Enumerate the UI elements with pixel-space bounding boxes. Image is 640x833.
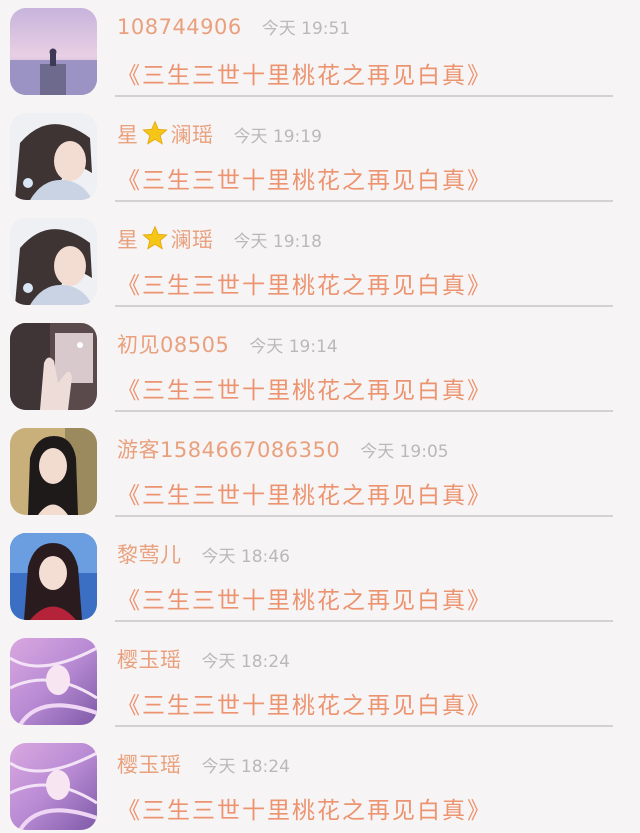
avatar[interactable] [10,743,97,830]
lake-sunset-avatar-icon [10,8,97,95]
anime-girl-avatar-icon [10,113,97,200]
timestamp: 今天 19:05 [360,442,449,462]
nickname[interactable]: 樱玉瑶 [117,749,182,779]
message-text[interactable]: 《三生三世十里桃花之再见白真》 [117,56,612,90]
avatar[interactable] [10,323,97,410]
timestamp: 今天 19:14 [249,337,338,357]
message-meta: 游客1584667086350 今天 19:05 [117,434,449,464]
nickname[interactable]: 初见08505 [117,329,229,359]
nickname[interactable]: 星澜瑶 [117,224,214,254]
divider [115,200,613,202]
list-item[interactable]: 星澜瑶 今天 19:19 《三生三世十里桃花之再见白真》 [0,105,640,210]
timestamp: 今天 18:24 [201,757,290,777]
nickname[interactable]: 108744906 [117,15,242,39]
avatar[interactable] [10,113,97,200]
list-item[interactable]: 星澜瑶 今天 19:18 《三生三世十里桃花之再见白真》 [0,210,640,315]
avatar[interactable] [10,428,97,515]
list-item[interactable]: 樱玉瑶 今天 18:24 《三生三世十里桃花之再见白真》 [0,735,640,833]
nickname[interactable]: 黎莺儿 [117,539,182,569]
divider [115,95,613,97]
purple-anime-avatar-icon [10,743,97,830]
message-meta: 樱玉瑶 今天 18:24 [117,749,290,779]
nickname[interactable]: 樱玉瑶 [117,644,182,674]
message-list: 108744906 今天 19:51 《三生三世十里桃花之再见白真》 星澜瑶 今… [0,0,640,833]
message-text[interactable]: 《三生三世十里桃花之再见白真》 [117,791,612,825]
message-text[interactable]: 《三生三世十里桃花之再见白真》 [117,476,612,510]
avatar[interactable] [10,533,97,620]
divider [115,725,613,727]
star-icon [141,120,168,145]
message-meta: 108744906 今天 19:51 [117,14,350,44]
girl-portrait-avatar-icon [10,428,97,515]
list-item[interactable]: 黎莺儿 今天 18:46 《三生三世十里桃花之再见白真》 [0,525,640,630]
message-text[interactable]: 《三生三世十里桃花之再见白真》 [117,161,612,195]
timestamp: 今天 19:51 [261,19,351,39]
message-meta: 初见08505 今天 19:14 [117,329,338,359]
timestamp: 今天 19:18 [233,232,322,252]
message-meta: 星澜瑶 今天 19:19 [117,119,322,149]
girl-blue-background-avatar-icon [10,533,97,620]
list-item[interactable]: 樱玉瑶 今天 18:24 《三生三世十里桃花之再见白真》 [0,630,640,735]
divider [115,515,613,517]
nickname[interactable]: 星澜瑶 [117,119,214,149]
anime-girl-avatar-icon [10,218,97,305]
avatar[interactable] [10,638,97,725]
timestamp: 今天 19:19 [233,127,322,147]
timestamp: 今天 18:46 [201,547,290,567]
message-text[interactable]: 《三生三世十里桃花之再见白真》 [117,371,612,405]
list-item[interactable]: 初见08505 今天 19:14 《三生三世十里桃花之再见白真》 [0,315,640,420]
timestamp: 今天 18:24 [201,652,290,672]
purple-anime-avatar-icon [10,638,97,725]
message-text[interactable]: 《三生三世十里桃花之再见白真》 [117,581,612,615]
divider [115,410,613,412]
message-text[interactable]: 《三生三世十里桃花之再见白真》 [117,686,612,720]
avatar[interactable] [10,218,97,305]
message-meta: 樱玉瑶 今天 18:24 [117,644,290,674]
star-icon [141,225,168,250]
divider [115,305,613,307]
avatar[interactable] [10,8,97,95]
list-item[interactable]: 108744906 今天 19:51 《三生三世十里桃花之再见白真》 [0,0,640,105]
message-meta: 星澜瑶 今天 19:18 [117,224,322,254]
nickname[interactable]: 游客1584667086350 [117,434,340,464]
message-text[interactable]: 《三生三世十里桃花之再见白真》 [117,266,612,300]
list-item[interactable]: 游客1584667086350 今天 19:05 《三生三世十里桃花之再见白真》 [0,420,640,525]
divider [115,620,613,622]
hand-photo-avatar-icon [10,323,97,410]
message-meta: 黎莺儿 今天 18:46 [117,539,290,569]
